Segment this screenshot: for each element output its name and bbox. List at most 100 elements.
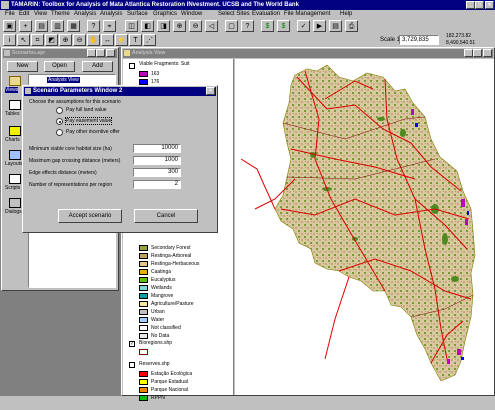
locate-icon[interactable]: ⌖	[103, 20, 116, 32]
minimize-button[interactable]: _	[466, 1, 475, 9]
previous-extent-icon[interactable]: ◁	[205, 20, 218, 32]
theme-visible-checkbox[interactable]	[129, 63, 135, 69]
accept-scenario-button[interactable]: Accept scenario	[58, 209, 122, 223]
open-button[interactable]: Open	[44, 61, 75, 72]
reserves-theme[interactable]: Reserves.shp	[139, 361, 170, 367]
app-icon[interactable]	[1, 1, 9, 9]
zoom-out-tool-icon[interactable]: ⊖	[73, 34, 86, 46]
scripts-icon[interactable]	[9, 174, 21, 184]
print-icon[interactable]: ⎙	[345, 20, 358, 32]
bioregions-checkbox[interactable]: ✓	[129, 341, 135, 347]
menu-file[interactable]: File	[5, 10, 15, 19]
help-icon[interactable]: ?	[241, 20, 254, 32]
menu-graphics[interactable]: Graphics	[153, 10, 177, 19]
radio-full-land-value[interactable]	[56, 107, 63, 114]
evaluate-icon[interactable]: ✓	[297, 20, 310, 32]
charts-icon[interactable]	[9, 126, 21, 136]
project-maximize-button[interactable]: □	[96, 49, 105, 57]
scenario-parameters-dialog[interactable]: Scenario Parameters Window 2 × Choose th…	[22, 85, 218, 233]
analysis-view-titlebar[interactable]: Analysis View _ □ ×	[123, 49, 493, 58]
menu-analysis-2[interactable]: Analysis	[100, 10, 122, 19]
dialogs-icon[interactable]	[9, 198, 21, 208]
map-canvas[interactable]	[235, 59, 494, 395]
min-core-habitat-input[interactable]: 10000	[133, 144, 181, 153]
vertex-edit-icon[interactable]: ⌗	[31, 34, 44, 46]
radio-easement-value[interactable]	[56, 118, 63, 125]
maximize-button[interactable]: □	[475, 1, 484, 9]
reserves-legend-label: Parque Nacional	[151, 387, 188, 393]
select-sites-icon[interactable]: ▢	[225, 20, 238, 32]
view-maximize-button[interactable]: □	[473, 49, 482, 57]
menu-select-sites[interactable]: Select Sites	[218, 10, 250, 19]
edge-effects-input[interactable]: 300	[133, 168, 181, 177]
menu-edit[interactable]: Edit	[19, 10, 29, 19]
report-icon[interactable]: ▤	[329, 20, 342, 32]
zoom-out-icon[interactable]: ⊖	[189, 20, 202, 32]
dialog-close-button[interactable]: ×	[206, 87, 215, 95]
add-button[interactable]: Add	[82, 61, 113, 72]
menu-theme[interactable]: Theme	[51, 10, 70, 19]
tables-label[interactable]: Tables	[5, 111, 19, 117]
scale-input[interactable]: 3,729,835	[399, 35, 439, 45]
dollar-icon[interactable]: $	[261, 20, 274, 32]
menu-window[interactable]: Window	[181, 10, 202, 19]
pan-icon[interactable]: ✋	[87, 34, 100, 46]
scripts-label[interactable]: Scripts	[5, 185, 20, 191]
radio-other-incentive[interactable]	[56, 129, 63, 136]
text-tool-icon[interactable]: T	[129, 34, 142, 46]
zoom-full-icon[interactable]: ◫	[125, 20, 138, 32]
properties-icon[interactable]: ▤	[35, 20, 48, 32]
charts-label[interactable]: Charts	[5, 137, 20, 143]
viable-fragments-theme[interactable]: Viable Fragments: Suit	[139, 61, 190, 67]
cost-icon[interactable]: $	[277, 20, 290, 32]
cancel-button[interactable]: Cancel	[134, 209, 198, 223]
menu-evaluation[interactable]: Evaluation	[252, 10, 280, 19]
layouts-icon[interactable]	[9, 150, 21, 160]
dialogs-label[interactable]: Dialogs	[5, 209, 22, 215]
radio-full-land-value-label[interactable]: Pay full land value	[66, 107, 107, 113]
query-icon[interactable]: ?	[87, 20, 100, 32]
reserves-checkbox[interactable]	[129, 362, 135, 368]
measure-icon[interactable]: ↔	[101, 34, 114, 46]
views-label[interactable]: Views	[5, 87, 19, 93]
views-icon[interactable]	[9, 76, 21, 86]
draw-tool-icon[interactable]: ⋰	[143, 34, 156, 46]
zoom-in-tool-icon[interactable]: ⊕	[59, 34, 72, 46]
view-close-button[interactable]: ×	[483, 49, 492, 57]
max-gap-input[interactable]: 1000	[133, 156, 181, 165]
menu-surface[interactable]: Surface	[127, 10, 148, 19]
project-close-button[interactable]: ×	[106, 49, 115, 57]
zoom-selected-icon[interactable]: ◨	[157, 20, 170, 32]
dialog-titlebar[interactable]: Scenario Parameters Window 2 ×	[24, 87, 216, 96]
project-window-titlebar[interactable]: Scenarios.apr _ □ ×	[3, 49, 117, 58]
menu-file-management[interactable]: File Management	[284, 10, 330, 19]
zoom-in-icon[interactable]: ⊕	[173, 20, 186, 32]
table-icon[interactable]: ▦	[67, 20, 80, 32]
close-button[interactable]: ×	[485, 1, 494, 9]
layouts-label[interactable]: Layouts	[5, 161, 23, 167]
representations-input[interactable]: 2	[133, 180, 181, 189]
pointer-icon[interactable]: ↖	[17, 34, 30, 46]
zoom-active-icon[interactable]: ◧	[141, 20, 154, 32]
add-theme-icon[interactable]: +	[19, 20, 32, 32]
view-minimize-button[interactable]: _	[464, 49, 473, 57]
min-core-habitat-label: Minimum viable core habitat size (ha)	[29, 146, 112, 152]
identify-icon[interactable]: i	[3, 34, 16, 46]
menu-view[interactable]: View	[34, 10, 47, 19]
run-icon[interactable]: ▶	[313, 20, 326, 32]
menu-help[interactable]: Help	[340, 10, 352, 19]
legend-editor-icon[interactable]: ▥	[51, 20, 64, 32]
tables-icon[interactable]	[9, 100, 21, 110]
menu-analysis-1[interactable]: Analysis	[74, 10, 96, 19]
bioregions-theme[interactable]: Bioregions.shp	[139, 340, 172, 346]
doc-item-analysis-view[interactable]: Analysis View	[47, 77, 80, 83]
new-button[interactable]: New	[7, 61, 38, 72]
hotlink-icon[interactable]: ⚡	[115, 34, 128, 46]
radio-easement-value-label[interactable]: Pay easement value	[64, 117, 113, 125]
save-icon[interactable]: ▣	[3, 20, 16, 32]
reserves-legend-swatch	[139, 371, 148, 377]
radio-other-incentive-label[interactable]: Pay other incentive offer	[66, 129, 120, 135]
project-minimize-button[interactable]: _	[87, 49, 96, 57]
app-title-bar[interactable]: TAMARIN: Toolbox for Analysis of Mata At…	[0, 0, 495, 10]
select-feature-icon[interactable]: ◩	[45, 34, 58, 46]
